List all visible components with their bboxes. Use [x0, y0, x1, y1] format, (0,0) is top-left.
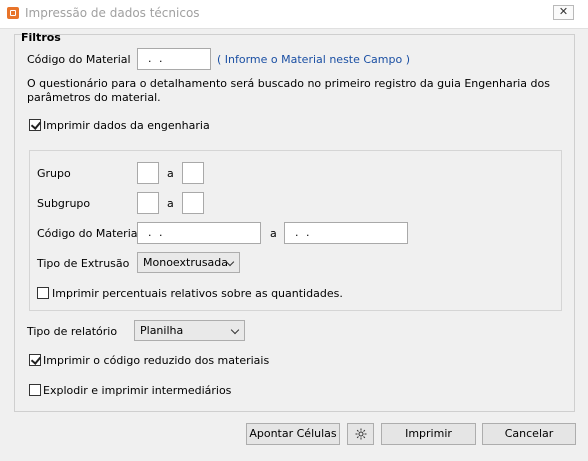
grupo-from-input[interactable]	[137, 162, 159, 184]
apontar-celulas-button[interactable]: Apontar Células	[246, 423, 340, 445]
reduced-code-checkbox[interactable]	[29, 354, 41, 366]
print-engineering-checkbox[interactable]	[29, 119, 41, 131]
subgrupo-label: Subgrupo	[37, 197, 91, 210]
subgrupo-range-sep: a	[167, 197, 174, 210]
section-title-filtros: Filtros	[21, 31, 61, 44]
reduced-code-label: Imprimir o código reduzido dos materiais	[43, 354, 270, 367]
percent-label: Imprimir percentuais relativos sobre as …	[52, 287, 343, 300]
close-button[interactable]: ✕	[553, 5, 574, 20]
cancelar-button[interactable]: Cancelar	[482, 423, 576, 445]
report-type-select[interactable]: Planilha	[134, 320, 245, 341]
explode-checkbox[interactable]	[29, 384, 41, 396]
extrusion-type-value: Monoextrusada	[143, 256, 229, 269]
subgrupo-from-input[interactable]	[137, 192, 159, 214]
material-code-label: Código do Material	[27, 53, 131, 66]
extrusion-type-label: Tipo de Extrusão	[37, 257, 130, 270]
material-code-hint: ( Informe o Material neste Campo )	[217, 53, 411, 66]
material-range-label: Código do Material	[37, 227, 141, 240]
gear-icon	[355, 428, 367, 440]
percent-checkbox[interactable]	[37, 287, 49, 299]
chevron-down-icon	[230, 325, 240, 335]
title-bar: Impressão de dados técnicos ✕	[0, 0, 588, 29]
material-code-input[interactable]: . .	[137, 48, 211, 70]
grupo-to-input[interactable]	[182, 162, 204, 184]
imprimir-button[interactable]: Imprimir	[381, 423, 476, 445]
report-type-label: Tipo de relatório	[27, 325, 118, 338]
print-engineering-label: Imprimir dados da engenharia	[43, 119, 210, 132]
close-icon: ✕	[558, 5, 569, 18]
grupo-label: Grupo	[37, 167, 71, 180]
material-to-input[interactable]: . .	[284, 222, 408, 244]
app-icon	[7, 7, 19, 19]
extrusion-type-select[interactable]: Monoextrusada	[137, 252, 240, 273]
material-range-sep: a	[270, 227, 277, 240]
subgrupo-to-input[interactable]	[182, 192, 204, 214]
explode-label: Explodir e imprimir intermediários	[43, 384, 232, 397]
report-type-value: Planilha	[140, 324, 184, 337]
grupo-range-sep: a	[167, 167, 174, 180]
info-text: O questionário para o detalhamento será …	[27, 77, 550, 104]
settings-button[interactable]	[347, 423, 374, 445]
window-title: Impressão de dados técnicos	[25, 6, 200, 20]
material-from-input[interactable]: . .	[137, 222, 261, 244]
